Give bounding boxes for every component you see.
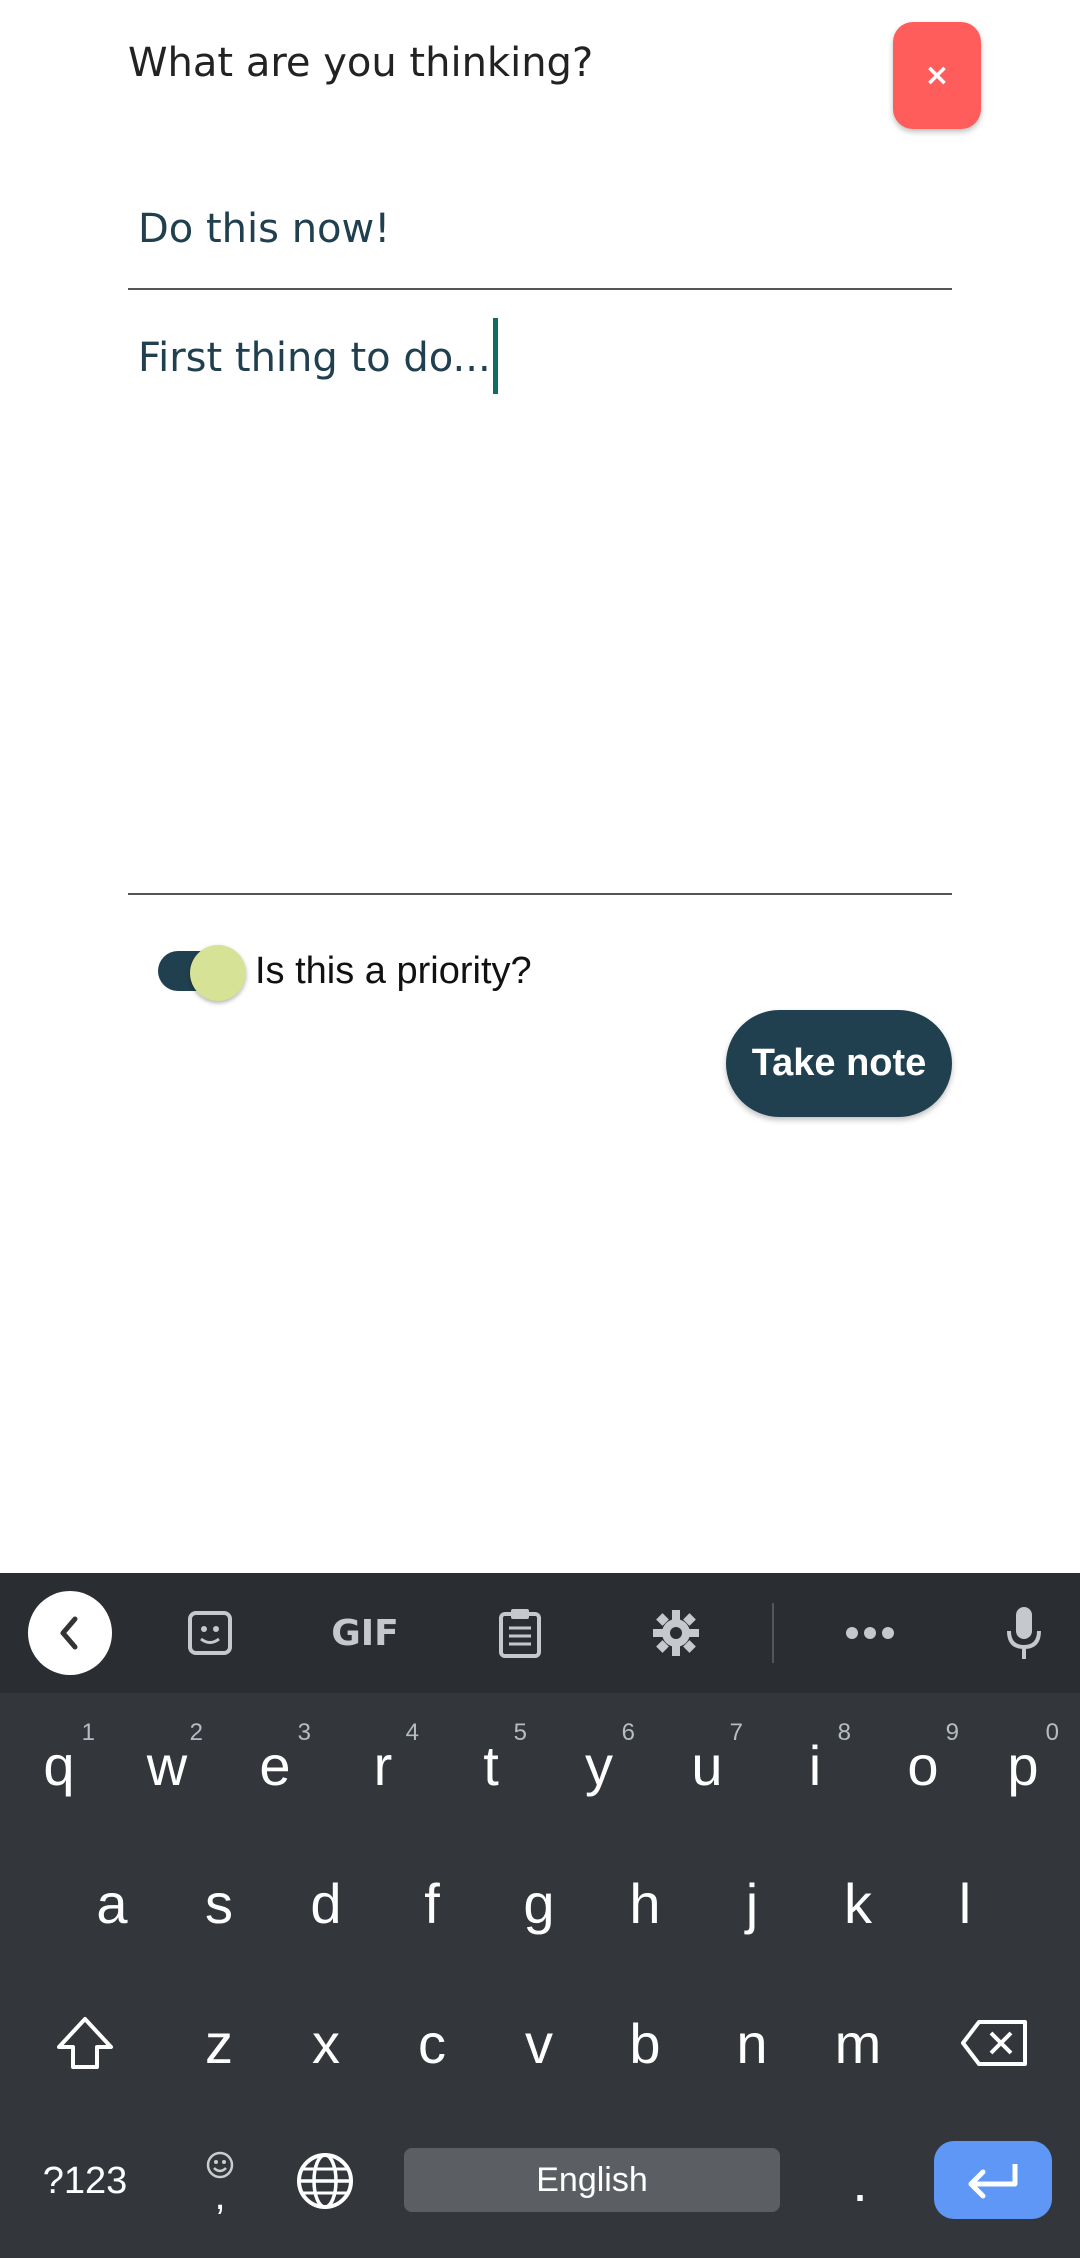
- key-z[interactable]: z: [165, 1983, 273, 2103]
- key-label: u: [691, 1733, 723, 1797]
- key-label: o: [907, 1733, 939, 1797]
- key-hint: 2: [189, 1719, 203, 1746]
- period-key[interactable]: .: [810, 2121, 910, 2241]
- backspace-icon: [961, 2020, 1027, 2066]
- chevron-left-icon: [28, 1591, 112, 1675]
- priority-label: Is this a priority?: [255, 950, 532, 992]
- title-input[interactable]: Do this now!: [128, 170, 952, 290]
- soft-keyboard: GIF q1 w2 e3 r4 t5 y6 u7 i8 o9 p0 a s d …: [0, 1573, 1080, 2258]
- take-note-button[interactable]: Take note: [726, 1010, 952, 1117]
- clipboard-icon[interactable]: [480, 1573, 560, 1693]
- close-icon: ×: [924, 58, 950, 93]
- close-button[interactable]: ×: [893, 22, 981, 129]
- microphone-icon[interactable]: [984, 1573, 1064, 1693]
- key-x[interactable]: x: [272, 1983, 380, 2103]
- key-hint: 4: [405, 1719, 419, 1746]
- key-r[interactable]: r4: [329, 1705, 437, 1825]
- key-m[interactable]: m: [804, 1983, 912, 2103]
- key-h[interactable]: h: [591, 1843, 699, 1963]
- key-p[interactable]: p0: [969, 1705, 1077, 1825]
- key-y[interactable]: y6: [545, 1705, 653, 1825]
- sticker-icon[interactable]: [170, 1573, 250, 1693]
- key-label: p: [1007, 1733, 1039, 1797]
- key-label: q: [43, 1733, 75, 1797]
- more-icon[interactable]: [830, 1573, 910, 1693]
- title-input-value: Do this now!: [138, 206, 391, 252]
- comma-label: ,: [214, 2174, 226, 2218]
- key-a[interactable]: a: [58, 1843, 166, 1963]
- key-s[interactable]: s: [165, 1843, 273, 1963]
- backspace-key[interactable]: [934, 1983, 1054, 2103]
- key-w[interactable]: w2: [113, 1705, 221, 1825]
- key-e[interactable]: e3: [221, 1705, 329, 1825]
- key-c[interactable]: c: [378, 1983, 486, 2103]
- enter-icon: [968, 2164, 1018, 2199]
- key-l[interactable]: l: [911, 1843, 1019, 1963]
- space-key[interactable]: English: [404, 2148, 780, 2212]
- symbols-key[interactable]: ?123: [30, 2121, 140, 2241]
- language-key[interactable]: [280, 2121, 370, 2241]
- key-n[interactable]: n: [698, 1983, 806, 2103]
- shift-icon: [57, 2017, 113, 2069]
- keyboard-toolbar: GIF: [0, 1573, 1080, 1693]
- key-label: w: [146, 1733, 188, 1797]
- key-label: e: [259, 1733, 291, 1797]
- form-heading: What are you thinking?: [128, 40, 594, 86]
- key-o[interactable]: o9: [869, 1705, 977, 1825]
- key-v[interactable]: v: [485, 1983, 593, 2103]
- key-d[interactable]: d: [272, 1843, 380, 1963]
- key-u[interactable]: u7: [653, 1705, 761, 1825]
- key-q[interactable]: q1: [5, 1705, 113, 1825]
- comma-key[interactable]: ,: [180, 2121, 260, 2241]
- key-t[interactable]: t5: [437, 1705, 545, 1825]
- priority-toggle-knob[interactable]: [190, 945, 246, 1001]
- key-j[interactable]: j: [698, 1843, 806, 1963]
- key-f[interactable]: f: [378, 1843, 486, 1963]
- toolbar-divider: [772, 1603, 774, 1663]
- key-hint: 3: [297, 1719, 311, 1746]
- gif-button[interactable]: GIF: [320, 1573, 410, 1693]
- globe-icon: [297, 2153, 353, 2209]
- shift-key[interactable]: [30, 1983, 140, 2103]
- key-k[interactable]: k: [804, 1843, 912, 1963]
- key-hint: 0: [1045, 1719, 1059, 1746]
- key-hint: 5: [513, 1719, 527, 1746]
- key-g[interactable]: g: [485, 1843, 593, 1963]
- key-hint: 9: [945, 1719, 959, 1746]
- key-hint: 1: [81, 1719, 95, 1746]
- text-caret: [492, 318, 498, 394]
- enter-key[interactable]: [934, 2141, 1052, 2219]
- keyboard-back-button[interactable]: [26, 1573, 114, 1693]
- key-hint: 6: [621, 1719, 635, 1746]
- key-b[interactable]: b: [591, 1983, 699, 2103]
- key-hint: 7: [729, 1719, 743, 1746]
- key-i[interactable]: i8: [761, 1705, 869, 1825]
- key-label: r: [373, 1733, 393, 1797]
- key-hint: 8: [837, 1719, 851, 1746]
- gear-icon[interactable]: [636, 1573, 716, 1693]
- key-label: t: [483, 1733, 499, 1797]
- key-label: i: [808, 1733, 822, 1797]
- key-label: y: [585, 1733, 613, 1797]
- body-textarea[interactable]: First thing to do...: [128, 292, 952, 895]
- body-textarea-value: First thing to do...: [138, 335, 491, 381]
